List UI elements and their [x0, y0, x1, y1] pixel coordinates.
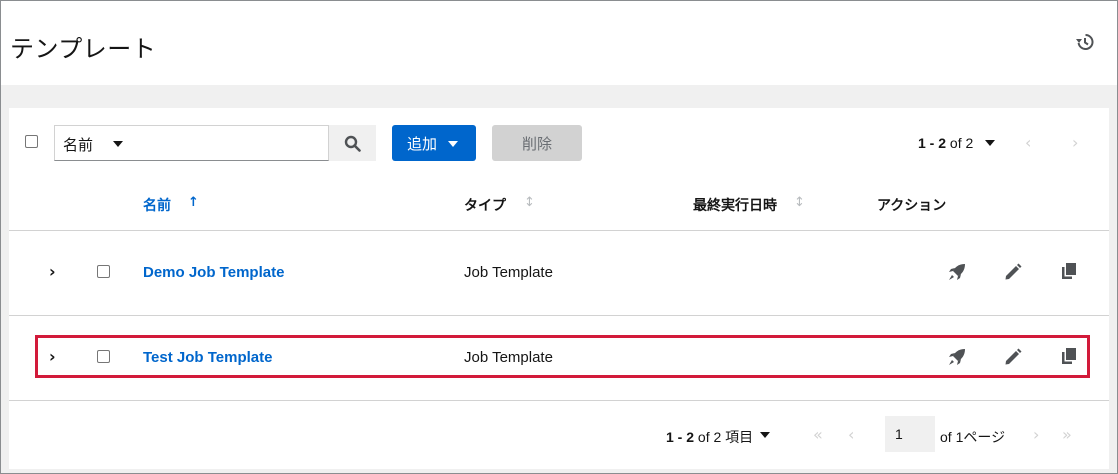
column-header-actions: アクション	[877, 197, 947, 213]
edit-pencil-icon[interactable]	[1004, 263, 1022, 281]
previous-page-icon[interactable]: ‹	[848, 425, 854, 444]
total-pages-label: of 1ページ	[940, 429, 1006, 445]
top-pagination-toggle[interactable]: 1 - 2 of 2	[918, 135, 973, 151]
column-header-name[interactable]: 名前	[143, 195, 171, 215]
caret-down-icon[interactable]	[985, 140, 995, 146]
next-page-icon[interactable]: ›	[1033, 425, 1039, 444]
bottom-pagination-toggle[interactable]: 1 - 2 of 2 項目	[666, 427, 753, 447]
templates-card	[9, 108, 1109, 469]
row-checkbox[interactable]	[97, 265, 110, 278]
sort-icon[interactable]: ↕	[794, 195, 805, 210]
sort-icon[interactable]: ↕	[524, 195, 535, 210]
row-divider	[9, 315, 1109, 316]
caret-down-icon	[448, 141, 458, 147]
template-name-link[interactable]: Demo Job Template	[143, 264, 284, 281]
page-number-input[interactable]: 1	[885, 416, 935, 452]
page-header: テンプレート	[1, 1, 1117, 85]
pagination-items-total: of 2 項目	[697, 429, 754, 445]
expand-row-icon[interactable]: ›	[49, 262, 56, 281]
template-type: Job Template	[464, 264, 553, 281]
sort-ascending-icon[interactable]: ↑	[188, 195, 199, 210]
select-all-checkbox[interactable]	[25, 135, 38, 148]
copy-icon[interactable]	[1060, 262, 1078, 280]
launch-rocket-icon[interactable]	[948, 263, 966, 281]
pagination-range: 1 - 2	[918, 135, 947, 151]
add-button[interactable]: 追加	[392, 125, 476, 161]
history-icon[interactable]	[1075, 32, 1095, 52]
column-header-last-run[interactable]: 最終実行日時	[693, 195, 777, 215]
next-page-icon[interactable]: ›	[1072, 133, 1078, 152]
filter-attribute-label: 名前	[63, 137, 94, 154]
pagination-range: 1 - 2	[666, 429, 695, 445]
header-divider	[9, 230, 1109, 231]
caret-down-icon	[113, 141, 123, 147]
search-icon	[344, 135, 361, 152]
previous-page-icon[interactable]: ‹	[1025, 133, 1031, 152]
row-divider	[9, 400, 1109, 401]
add-button-label: 追加	[407, 136, 438, 153]
caret-down-icon[interactable]	[760, 432, 770, 438]
pagination-total: of 2	[949, 135, 974, 151]
delete-button[interactable]: 削除	[492, 125, 582, 161]
highlight-box	[35, 335, 1090, 378]
search-button[interactable]	[329, 125, 376, 161]
page-title: テンプレート	[10, 35, 157, 63]
first-page-icon[interactable]: «	[813, 425, 823, 444]
last-page-icon[interactable]: »	[1062, 425, 1072, 444]
filter-attribute-select[interactable]: 名前	[54, 125, 142, 161]
search-input[interactable]	[141, 125, 329, 161]
column-header-type[interactable]: タイプ	[464, 195, 506, 215]
